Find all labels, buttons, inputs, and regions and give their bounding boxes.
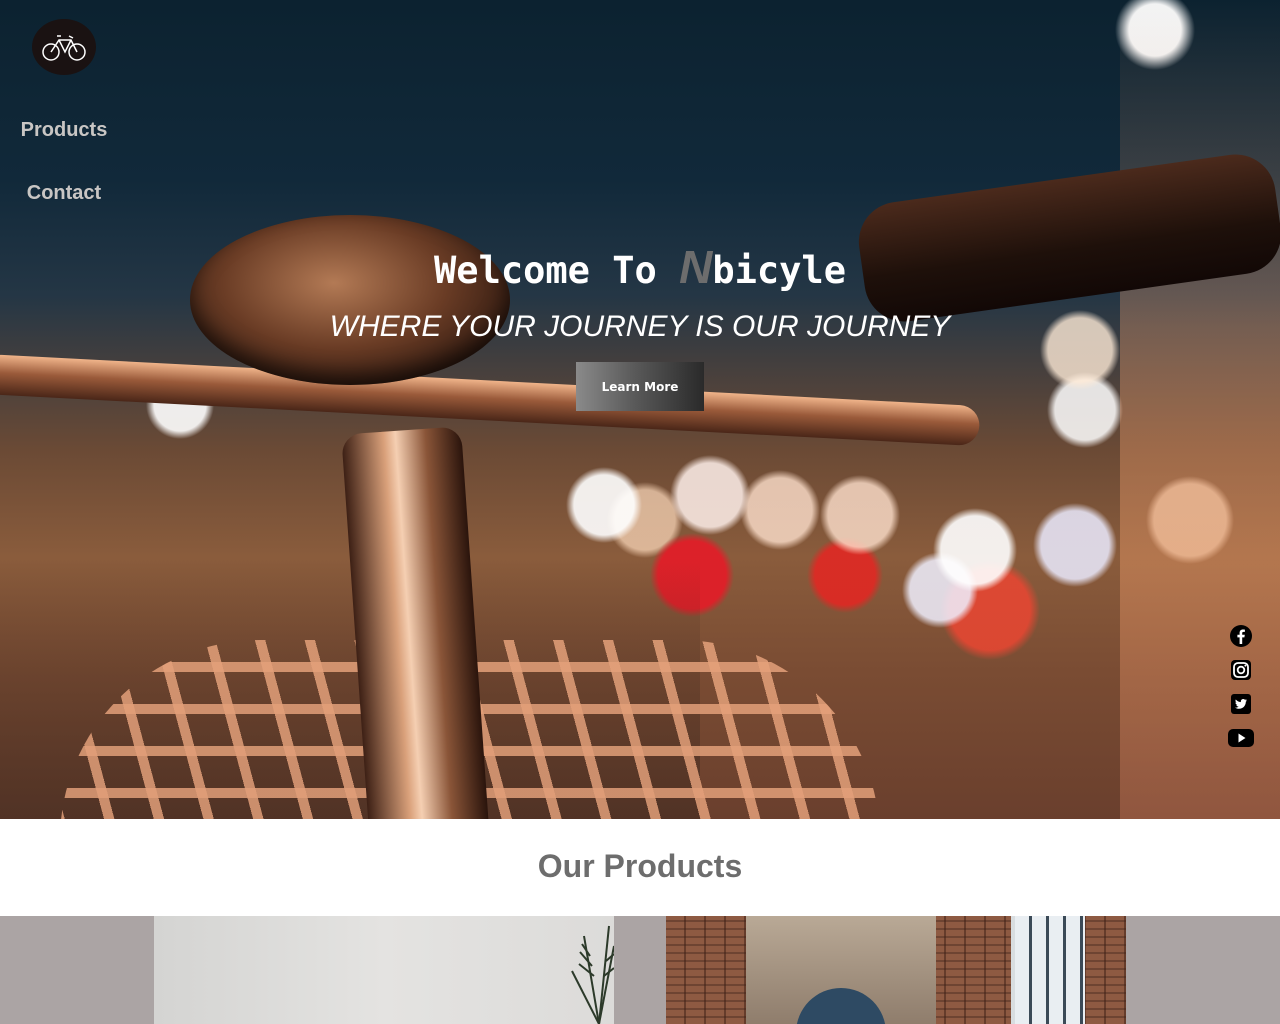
instagram-link[interactable] [1228, 657, 1254, 683]
hero-title-suffix: bicyle [712, 249, 846, 292]
instagram-icon [1231, 660, 1251, 680]
nav-contact-link[interactable]: Contact [0, 182, 128, 205]
facebook-icon [1230, 625, 1252, 647]
twitter-icon [1231, 694, 1251, 714]
youtube-link[interactable] [1228, 725, 1254, 751]
twitter-link[interactable] [1228, 691, 1254, 717]
street-light-glow [1120, 0, 1280, 819]
youtube-icon [1228, 729, 1254, 747]
site-logo[interactable] [32, 19, 96, 75]
product-card-2-image[interactable] [666, 916, 1126, 1024]
building-window [1011, 916, 1085, 1024]
bicycle-logo-icon [42, 35, 86, 61]
hero-title-n: N [679, 241, 713, 293]
hero-tagline: WHERE YOUR JOURNEY IS OUR JOURNEY [329, 310, 951, 343]
facebook-link[interactable] [1228, 623, 1254, 649]
bicycle-handlebar [0, 353, 981, 447]
nav-products-link[interactable]: Products [0, 119, 128, 142]
plant-leaves-image [571, 925, 614, 1024]
bicycle-stem [341, 426, 489, 819]
hero-title: Welcome To Nbicyle [0, 240, 1280, 294]
product-card-1-image[interactable] [154, 916, 614, 1024]
hero-title-prefix: Welcome To [434, 249, 680, 292]
products-heading: Our Products [537, 848, 743, 884]
learn-more-button[interactable]: Learn More [576, 362, 704, 411]
